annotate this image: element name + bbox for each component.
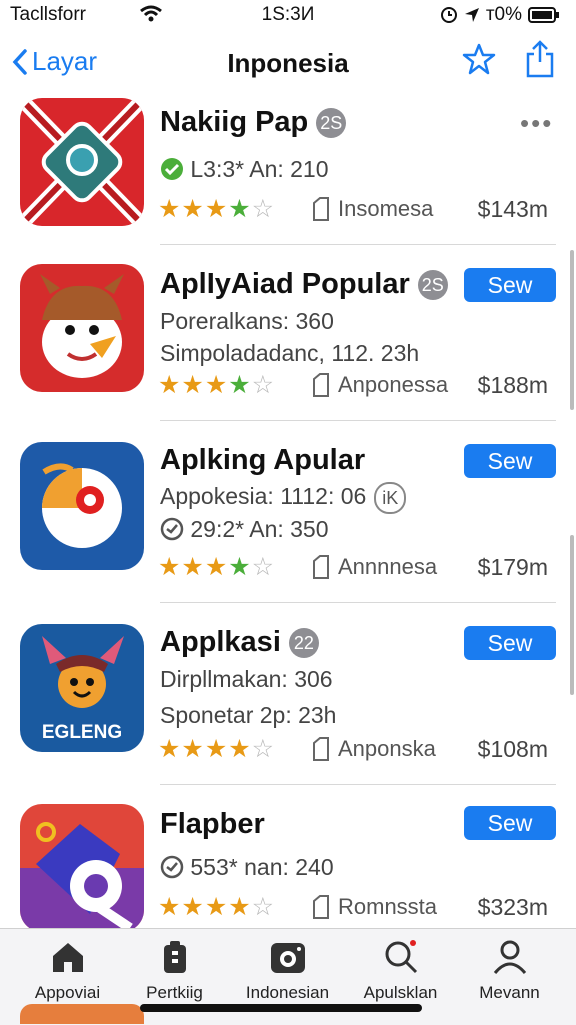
location-icon (464, 8, 479, 22)
app-price: $179m (477, 554, 548, 580)
app-price: $108m (477, 736, 548, 762)
rating-stars: ★★★★☆ (158, 371, 276, 399)
app-name: Flapber (160, 808, 265, 840)
bookmark-icon (313, 197, 329, 221)
tab-label: Mevann (479, 983, 540, 1002)
home-icon (52, 943, 83, 972)
tab-label: Indonesian (245, 983, 330, 1002)
alarm-icon (440, 7, 457, 23)
developer: Anponska (312, 736, 436, 762)
app-icon-text: EGLENG (42, 722, 122, 743)
app-badge: 2S (316, 108, 347, 139)
tab-home[interactable]: Appoviai (10, 939, 125, 1003)
get-button[interactable]: Sew (464, 268, 556, 302)
tab-profile[interactable]: Mevann (452, 939, 567, 1003)
app-badge: iK (374, 482, 407, 514)
app-icon: EGLENG (20, 624, 144, 752)
developer: Insomesa (312, 196, 433, 222)
bookmark-icon (313, 737, 329, 761)
rating-stars: ★★★★☆ (158, 735, 276, 763)
app-badge: 2S (417, 270, 448, 301)
bag-icon (163, 941, 186, 973)
app-name: AplIyAiad Popular 2S (160, 268, 448, 301)
bookmark-icon (313, 555, 329, 579)
get-button[interactable]: Sew (464, 626, 556, 660)
tab-bag[interactable]: Pertkiig (117, 939, 232, 1003)
rating-stars: ★★★★☆ (158, 553, 276, 581)
app-icon (20, 442, 144, 570)
developer: Romnssta (312, 894, 437, 920)
app-meta: 553* nan: 240 (160, 854, 334, 881)
app-meta: Poreralkans: 360 (160, 308, 334, 334)
app-icon (20, 98, 144, 226)
battery-percent: т0% (485, 4, 522, 25)
developer: Annnnesa (312, 554, 437, 580)
app-price: $188m (477, 372, 548, 398)
get-button[interactable]: Sew (464, 444, 556, 478)
search-icon (385, 940, 417, 974)
app-meta-2: 29:2* An: 350 (160, 516, 329, 543)
app-icon-peek (20, 1004, 144, 1024)
app-price: $323m (477, 894, 548, 920)
app-meta-2: Sponetar 2p: 23h (160, 702, 337, 728)
get-button[interactable]: Sew (464, 806, 556, 840)
navigation-bar: Layar Inponesia (0, 38, 576, 90)
bookmark-icon (313, 895, 329, 919)
app-badge: 22 (288, 628, 319, 659)
tab-label: Apulsklan (363, 983, 438, 1002)
app-meta: Appokesia: 1112: 06 iK (160, 482, 407, 514)
app-icon (20, 264, 144, 392)
app-name: Aplking Apular (160, 444, 366, 476)
divider (160, 602, 556, 603)
divider (160, 784, 556, 785)
app-price: $143m (477, 196, 548, 222)
battery-icon (528, 7, 559, 23)
check-icon (160, 517, 184, 541)
app-name: Applkasi 22 (160, 626, 319, 659)
tab-label: Appoviai (34, 983, 101, 1002)
scrollbar[interactable] (570, 535, 574, 695)
divider (160, 420, 556, 421)
status-bar: Tacllsforr 1S:3И т0% (0, 0, 576, 32)
tab-search[interactable]: Apulsklan (343, 939, 458, 1003)
check-icon (160, 855, 184, 879)
bookmark-icon (313, 373, 329, 397)
app-meta-2: Simpoladadanc, 112. 23h (160, 340, 420, 366)
tab-indonesian[interactable]: Indonesian (230, 939, 345, 1003)
rating-stars: ★★★★☆ (158, 893, 276, 921)
rating-stars: ★★★★☆ (158, 195, 276, 223)
developer: Anponessa (312, 372, 448, 398)
app-icon (20, 804, 144, 932)
app-meta: L3:3* An: 210 (160, 156, 329, 183)
divider (160, 244, 556, 245)
home-indicator[interactable] (140, 1004, 422, 1012)
scrollbar[interactable] (570, 250, 574, 410)
person-icon (493, 940, 526, 974)
status-right: т0% (440, 4, 560, 26)
check-icon (161, 158, 183, 180)
star-icon[interactable] (462, 42, 496, 76)
app-meta: Dirpllmakan: 306 (160, 666, 333, 692)
app-name: Nakiig Pap 2S (160, 106, 347, 139)
more-icon[interactable]: ••• (520, 108, 553, 139)
camera-icon (270, 943, 305, 973)
tab-label: Pertkiig (146, 983, 203, 1002)
share-icon[interactable] (524, 40, 556, 78)
